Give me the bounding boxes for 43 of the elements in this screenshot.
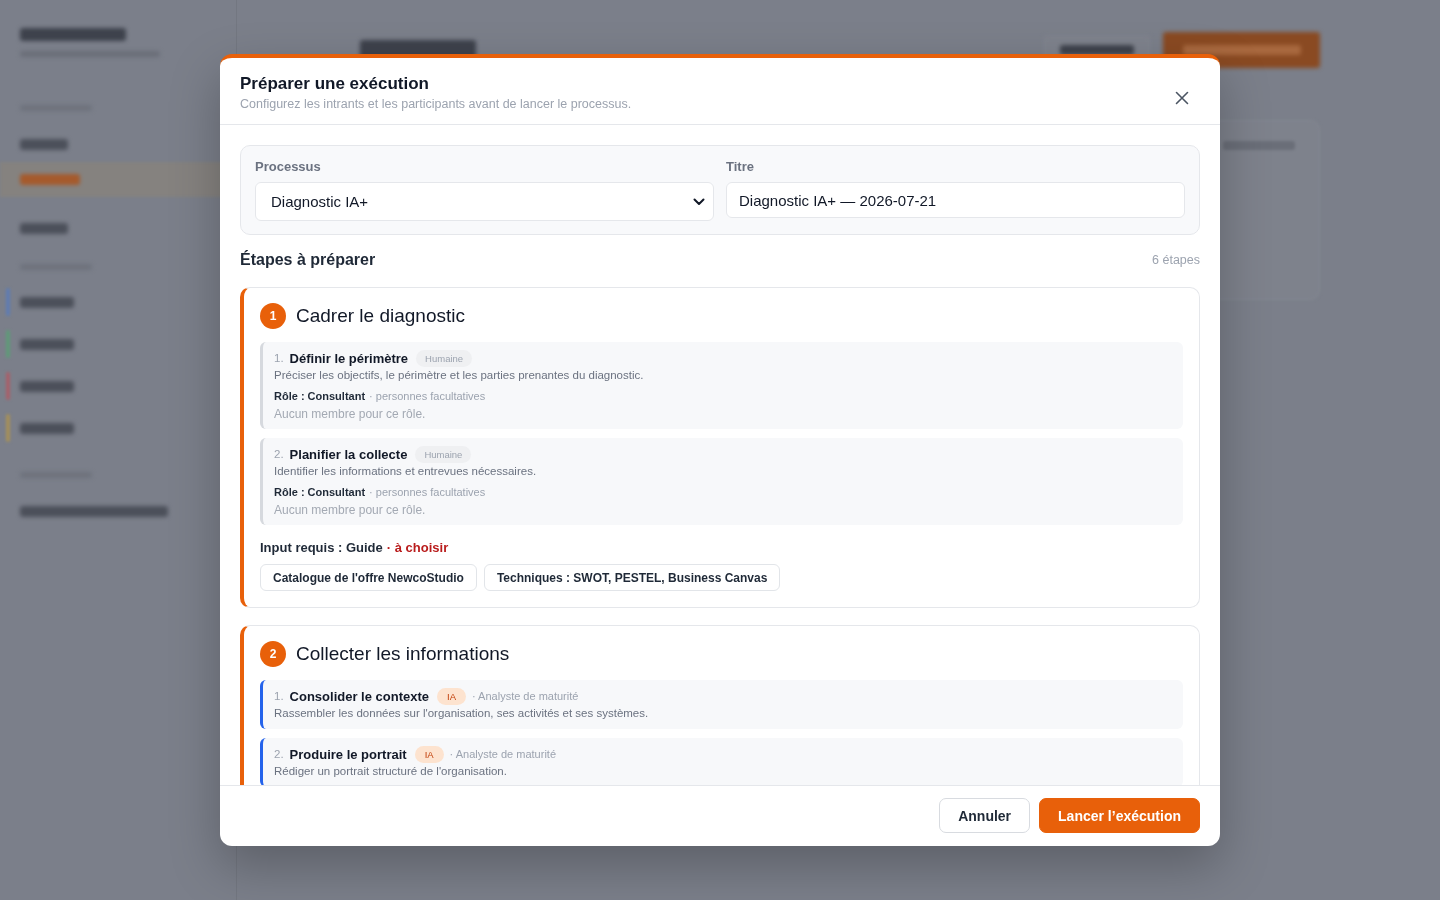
sub-step-number: 1. [274, 690, 284, 702]
required-input-label: Input requis : Guide [260, 539, 383, 557]
process-select[interactable]: Diagnostic IA+ [255, 182, 714, 221]
field-label: Titre [726, 158, 755, 176]
role-note: · personnes facultatives [369, 485, 486, 500]
members-note: Aucun membre pour ce rôle. [274, 502, 427, 518]
sub-step-title: Consolider le contexte [289, 688, 429, 704]
sub-step-title: Planifier la collecte [289, 446, 408, 462]
guide-option-button[interactable]: Catalogue de l'offre NewcoStudio [260, 564, 477, 591]
sub-step-title: Produire le portrait [289, 746, 407, 762]
close-icon [1175, 91, 1189, 105]
step-count: 6 étapes [1152, 252, 1200, 269]
task-type-tag: IA [414, 745, 444, 763]
step-number: 1 [260, 303, 286, 329]
sub-step-description: Identifier les informations et entrevues nécessaires. [274, 464, 538, 479]
sub-step-number: 1. [274, 352, 284, 364]
role-label: Rôle : Consultant [274, 389, 366, 404]
sub-step-description: Rassembler les données sur l'organisation, ses activités et ses systèmes. [274, 706, 650, 721]
role-note: · personnes facultatives [369, 389, 486, 404]
sub-step-description: Rédiger un portrait structuré de l'organisation. [274, 764, 508, 779]
dialog-subtitle: Configurez les intrants et les participants avant de lancer le processus. [240, 96, 633, 112]
sub-step-number: 2. [274, 448, 284, 460]
section-title: Étapes à préparer [240, 251, 377, 269]
sub-step-number: 2. [274, 748, 284, 760]
members-note: Aucun membre pour ce rôle. [274, 406, 427, 422]
cancel-button[interactable]: Annuler [939, 798, 1031, 833]
step-number: 2 [260, 641, 286, 667]
sub-step-description: Préciser les objectifs, le périmètre et les parties prenantes du diagnostic. [274, 368, 645, 383]
chevron-down-icon [693, 197, 705, 206]
dialog-title: Préparer une exécution [240, 73, 430, 95]
role-label: Rôle : Consultant [274, 485, 366, 500]
task-type-tag: Humaine [415, 445, 472, 463]
field-label: Processus [255, 158, 322, 176]
input-status: · à choisir [386, 539, 449, 557]
task-type-tag: Humaine [416, 349, 473, 367]
title-input[interactable]: Diagnostic IA+ — 2026-07-21 [726, 182, 1185, 218]
guide-option-button[interactable]: Techniques : SWOT, PESTEL, Business Canvas [483, 564, 781, 591]
step-title: Cadrer le diagnostic [296, 304, 465, 328]
task-type-tag: IA [437, 687, 466, 705]
sub-step-title: Définir le périmètre [289, 350, 409, 366]
agent-label: · Analyste de maturité [449, 748, 556, 760]
agent-label: · Analyste de maturité [472, 690, 579, 702]
step-title: Collecter les informations [296, 642, 510, 666]
